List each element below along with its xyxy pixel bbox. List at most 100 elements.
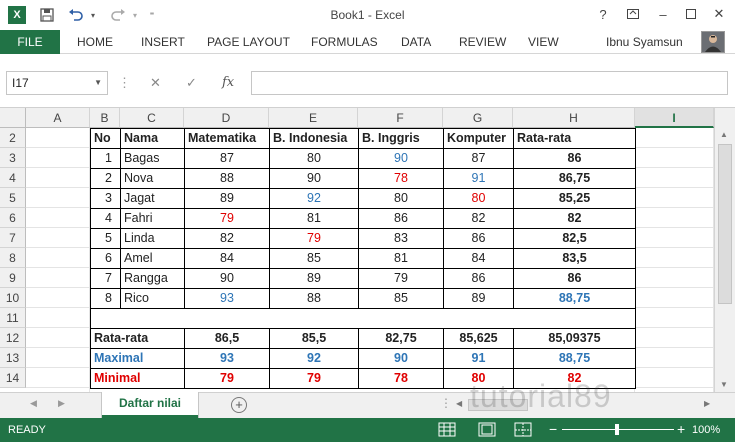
- table-cell[interactable]: 89: [184, 188, 270, 209]
- summary-label[interactable]: Rata-rata: [90, 328, 185, 349]
- table-cell[interactable]: 1: [90, 148, 121, 169]
- zoom-in-icon[interactable]: +: [677, 421, 685, 437]
- table-cell[interactable]: Fahri: [120, 208, 185, 229]
- table-cell[interactable]: 91: [443, 168, 514, 189]
- name-box[interactable]: I17 ▼: [6, 71, 108, 95]
- row-header-9[interactable]: 9: [0, 268, 26, 288]
- table-cell[interactable]: Bagas: [120, 148, 185, 169]
- table-cell[interactable]: 79: [358, 268, 444, 289]
- row-header-4[interactable]: 4: [0, 168, 26, 188]
- table-cell[interactable]: 86: [513, 148, 636, 169]
- summary-cell[interactable]: 86,5: [184, 328, 270, 349]
- table-cell[interactable]: 90: [269, 168, 359, 189]
- avatar[interactable]: [701, 31, 725, 53]
- table-cell[interactable]: 79: [269, 228, 359, 249]
- summary-cell[interactable]: 88,75: [513, 348, 636, 369]
- table-header-cell[interactable]: B. Indonesia: [269, 128, 359, 149]
- table-cell[interactable]: 80: [443, 188, 514, 209]
- table-header-cell[interactable]: Matematika: [184, 128, 270, 149]
- table-cell[interactable]: 4: [90, 208, 121, 229]
- scroll-up-icon[interactable]: ▲: [720, 130, 728, 139]
- column-header-h[interactable]: H: [513, 108, 635, 128]
- table-cell[interactable]: 88: [184, 168, 270, 189]
- row-header-7[interactable]: 7: [0, 228, 26, 248]
- page-break-view-icon[interactable]: [514, 422, 532, 440]
- table-cell[interactable]: 7: [90, 268, 121, 289]
- scroll-down-icon[interactable]: ▼: [720, 380, 728, 389]
- formula-input[interactable]: [251, 71, 728, 95]
- summary-cell[interactable]: 85,09375: [513, 328, 636, 349]
- table-cell[interactable]: 86: [513, 268, 636, 289]
- zoom-slider-thumb[interactable]: [615, 424, 619, 435]
- row-header-2[interactable]: 2: [0, 128, 26, 148]
- table-header-cell[interactable]: Komputer: [443, 128, 514, 149]
- table-cell[interactable]: Rico: [120, 288, 185, 309]
- table-cell[interactable]: 87: [443, 148, 514, 169]
- row-header-6[interactable]: 6: [0, 208, 26, 228]
- hscroll-left-icon[interactable]: ◀: [456, 399, 462, 408]
- ribbon-display-icon[interactable]: [622, 5, 644, 23]
- tab-scroll-left-icon[interactable]: ◀: [30, 398, 37, 409]
- enter-icon[interactable]: ✓: [186, 75, 197, 91]
- hscroll-right-icon[interactable]: ▶: [704, 399, 710, 408]
- summary-cell[interactable]: 90: [358, 348, 444, 369]
- tab-review[interactable]: REVIEW: [459, 35, 506, 49]
- table-cell[interactable]: 83: [358, 228, 444, 249]
- table-cell[interactable]: Nova: [120, 168, 185, 189]
- table-cell[interactable]: 85: [269, 248, 359, 269]
- tab-view[interactable]: VIEW: [528, 35, 559, 49]
- user-name[interactable]: Ibnu Syamsun: [606, 35, 683, 49]
- zoom-level[interactable]: 100%: [692, 424, 720, 436]
- table-header-cell[interactable]: B. Inggris: [358, 128, 444, 149]
- help-icon[interactable]: ?: [592, 5, 614, 23]
- table-cell[interactable]: 93: [184, 288, 270, 309]
- row-header-13[interactable]: 13: [0, 348, 26, 368]
- column-header-g[interactable]: G: [443, 108, 513, 128]
- column-header-d[interactable]: D: [184, 108, 269, 128]
- minimize-icon[interactable]: ‒: [652, 5, 674, 23]
- row-header-11[interactable]: 11: [0, 308, 26, 328]
- zoom-slider[interactable]: [562, 424, 674, 435]
- cancel-icon[interactable]: ✕: [150, 75, 161, 91]
- normal-view-icon[interactable]: [438, 422, 456, 440]
- column-header-e[interactable]: E: [269, 108, 358, 128]
- table-cell[interactable]: 78: [358, 168, 444, 189]
- vertical-scrollbar[interactable]: ▲ ▼: [714, 108, 735, 393]
- scroll-thumb[interactable]: [718, 144, 732, 304]
- column-header-i[interactable]: I: [635, 108, 714, 128]
- summary-cell[interactable]: 92: [269, 348, 359, 369]
- table-cell[interactable]: 82: [443, 208, 514, 229]
- table-cell[interactable]: 92: [269, 188, 359, 209]
- table-cell[interactable]: 88: [269, 288, 359, 309]
- table-cell[interactable]: 88,75: [513, 288, 636, 309]
- table-cell[interactable]: 89: [443, 288, 514, 309]
- column-header-c[interactable]: C: [120, 108, 184, 128]
- table-cell[interactable]: 81: [269, 208, 359, 229]
- tab-data[interactable]: DATA: [401, 35, 431, 49]
- summary-cell[interactable]: 79: [184, 368, 270, 389]
- table-cell[interactable]: 84: [184, 248, 270, 269]
- row-header-8[interactable]: 8: [0, 248, 26, 268]
- page-layout-view-icon[interactable]: [478, 422, 496, 440]
- tab-page-layout[interactable]: PAGE LAYOUT: [207, 35, 290, 49]
- table-cell[interactable]: 84: [443, 248, 514, 269]
- summary-label[interactable]: Maximal: [90, 348, 185, 369]
- table-header-cell[interactable]: Rata-rata: [513, 128, 636, 149]
- table-cell[interactable]: 85: [358, 288, 444, 309]
- summary-cell[interactable]: 79: [269, 368, 359, 389]
- row-header-10[interactable]: 10: [0, 288, 26, 308]
- table-cell[interactable]: 3: [90, 188, 121, 209]
- tab-insert[interactable]: INSERT: [141, 35, 185, 49]
- table-cell[interactable]: 82: [184, 228, 270, 249]
- tab-scroll-right-icon[interactable]: ▶: [58, 398, 65, 409]
- table-cell[interactable]: 86,75: [513, 168, 636, 189]
- table-cell[interactable]: 6: [90, 248, 121, 269]
- tab-file[interactable]: FILE: [0, 30, 60, 54]
- table-header-cell[interactable]: Nama: [120, 128, 185, 149]
- sheet-tab-daftar-nilai[interactable]: Daftar nilai: [102, 392, 198, 418]
- column-header-b[interactable]: B: [90, 108, 120, 128]
- table-cell[interactable]: 80: [358, 188, 444, 209]
- table-cell[interactable]: 83,5: [513, 248, 636, 269]
- table-cell[interactable]: 90: [358, 148, 444, 169]
- row-header-12[interactable]: 12: [0, 328, 26, 348]
